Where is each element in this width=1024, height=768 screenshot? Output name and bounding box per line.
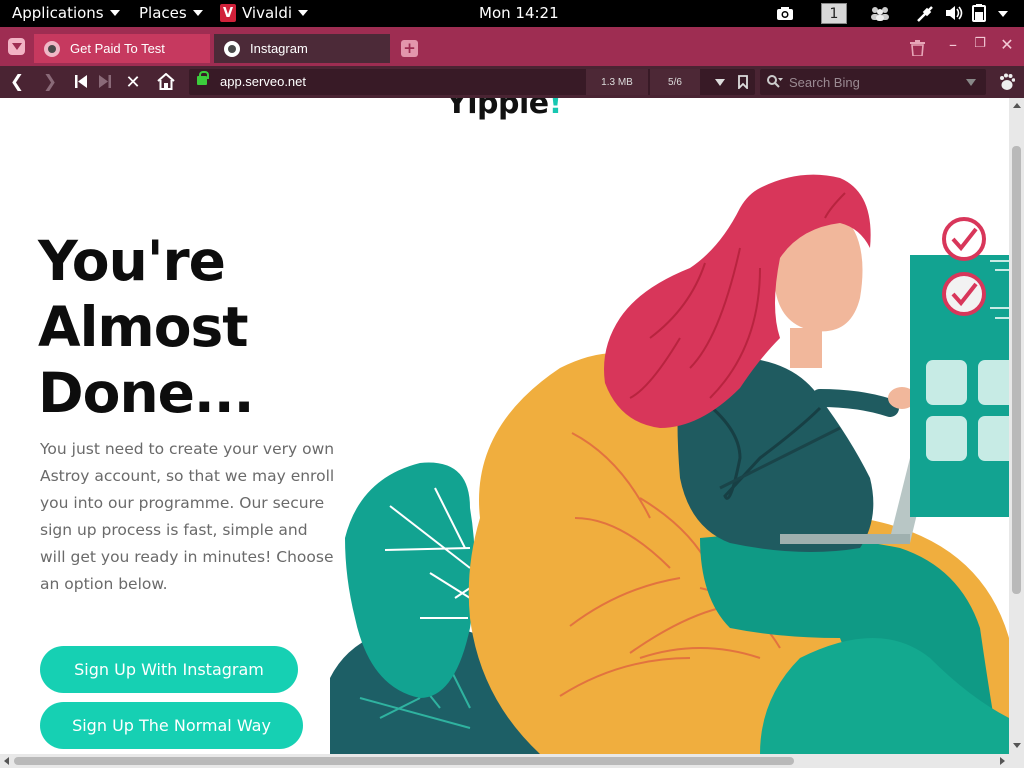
applications-label: Applications (12, 4, 104, 22)
tab-title: Instagram (250, 41, 308, 56)
brand-logo[interactable]: Yipple! (446, 98, 562, 121)
page-viewport: Yipple! You're Almost Done... You just n… (0, 98, 1009, 754)
scroll-right-arrow-icon[interactable] (1000, 757, 1005, 765)
vivaldi-logo-icon: V (220, 4, 236, 22)
maximize-window-button[interactable]: ❐ (970, 36, 990, 51)
places-label: Places (139, 4, 187, 22)
fast-forward-button[interactable] (99, 75, 111, 88)
browser-address-bar: ❮ ❯ ✕ app.serveo.net 1.3 MB 5/6 Search B… (0, 66, 1024, 98)
vertical-scroll-thumb[interactable] (1012, 146, 1021, 594)
search-field[interactable]: Search Bing (760, 69, 986, 95)
tab-title: Get Paid To Test (70, 41, 165, 56)
headline-line: You're (38, 229, 226, 293)
search-placeholder: Search Bing (789, 75, 860, 90)
clock[interactable]: Mon 14:21 (479, 4, 559, 22)
forward-button[interactable]: ❯ (40, 72, 60, 92)
chevron-down-icon (298, 10, 309, 16)
app-menu-vivaldi[interactable]: V Vivaldi (220, 4, 309, 22)
app-name-label: Vivaldi (242, 4, 293, 22)
url-field[interactable]: app.serveo.net 1.3 MB 5/6 (189, 69, 755, 95)
extension-icon[interactable] (999, 73, 1015, 91)
screenshot-camera-icon[interactable] (776, 6, 794, 21)
sign-up-instagram-button[interactable]: Sign Up With Instagram (40, 646, 298, 693)
page-size-indicator: 1.3 MB (586, 69, 648, 95)
volume-icon[interactable] (944, 5, 964, 21)
globe-icon (224, 40, 240, 57)
search-icon (767, 75, 783, 88)
system-top-bar: Applications Places V Vivaldi Mon 14:21 … (0, 0, 1024, 27)
url-text: app.serveo.net (220, 74, 307, 89)
browser-tab-bar: Get Paid To Test Instagram + – ❐ ✕ (0, 27, 1024, 66)
minimize-window-button[interactable]: – (943, 35, 963, 54)
sign-up-normal-button[interactable]: Sign Up The Normal Way (40, 702, 303, 749)
vertical-scrollbar[interactable] (1009, 98, 1024, 754)
battery-icon[interactable] (972, 4, 988, 22)
close-window-button[interactable]: ✕ (997, 35, 1017, 54)
rewind-button[interactable] (75, 75, 87, 88)
page-counter: 5/6 (650, 69, 700, 95)
workspace-indicator[interactable]: 1 (821, 3, 847, 24)
chevron-down-icon (192, 10, 203, 16)
intro-paragraph: You just need to create your very own As… (40, 440, 335, 593)
page-headline: You're Almost Done... (38, 228, 368, 426)
people-icon[interactable] (870, 6, 890, 21)
headline-line: Done... (38, 361, 255, 425)
vivaldi-menu-button[interactable] (8, 38, 25, 55)
home-button[interactable] (157, 73, 175, 90)
tab-instagram[interactable]: Instagram (214, 34, 390, 63)
chevron-down-icon (109, 10, 120, 16)
scroll-left-arrow-icon[interactable] (4, 757, 9, 765)
bookmark-icon[interactable] (738, 75, 748, 89)
applications-menu[interactable]: Applications (12, 4, 120, 22)
tab-get-paid-to-test[interactable]: Get Paid To Test (34, 34, 210, 63)
stop-loading-button[interactable]: ✕ (123, 72, 143, 93)
places-menu[interactable]: Places (139, 4, 203, 22)
system-menu-chevron-icon[interactable] (998, 11, 1008, 17)
clock-label: Mon 14:21 (479, 4, 559, 22)
trash-icon[interactable] (910, 40, 925, 56)
new-tab-button[interactable]: + (401, 40, 418, 57)
network-wired-icon[interactable] (916, 5, 934, 22)
horizontal-scroll-thumb[interactable] (14, 757, 794, 765)
brand-name: Yipple (446, 98, 549, 121)
globe-icon (44, 40, 60, 57)
search-engine-chevron-icon[interactable] (966, 79, 976, 86)
url-dropdown-chevron-icon[interactable] (715, 79, 725, 86)
hero-illustration (330, 174, 1009, 754)
back-button[interactable]: ❮ (7, 72, 27, 92)
brand-accent: ! (548, 98, 563, 121)
scroll-down-arrow-icon[interactable] (1013, 743, 1021, 748)
headline-line: Almost (38, 295, 249, 359)
horizontal-scrollbar[interactable] (0, 754, 1024, 768)
lock-icon (197, 71, 209, 85)
scroll-up-arrow-icon[interactable] (1013, 103, 1021, 108)
